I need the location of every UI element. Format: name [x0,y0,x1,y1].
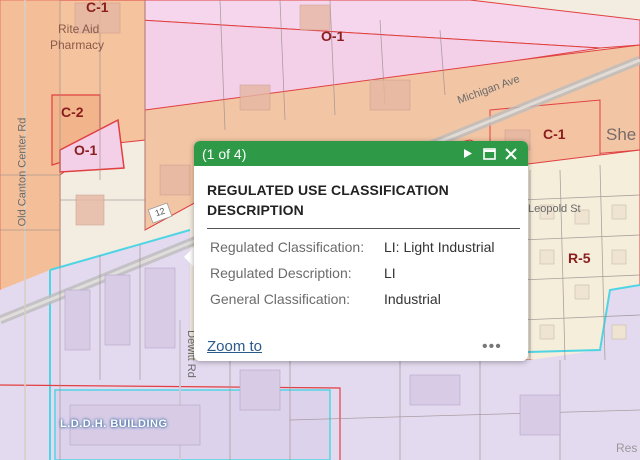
attribution-partial: Res [616,441,638,455]
popup-header: (1 of 4) [194,141,528,166]
close-button[interactable] [500,144,522,164]
maximize-button[interactable] [478,144,500,164]
close-icon [505,147,517,160]
attribute-row: Regulated Description: LI [210,260,495,286]
zone-label-c1-right: C-1 [543,126,566,142]
popup-title: REGULATED USE CLASSIFICATION DESCRIPTION [207,182,449,218]
next-feature-button[interactable] [456,144,478,164]
zone-label-c1-top: C-1 [86,0,109,15]
building-label: L.D.D.H. BUILDING [60,418,168,430]
place-label-pharmacy-1: Rite Aid [58,22,100,36]
attribute-value: LI [384,265,396,281]
attribute-key: General Classification: [210,291,351,307]
popup-divider [207,228,520,229]
zone-label-o1-small: O-1 [74,142,98,158]
road-label-leopold: Leopold St [528,203,581,215]
zone-label-r5: R-5 [568,250,591,266]
feature-popup: (1 of 4) REGULATED USE CLASSIFICATION DE… [194,141,528,361]
place-label-partial-right: She [606,125,637,144]
place-label-pharmacy-2: Pharmacy [50,38,105,52]
zone-label-o1-top: O-1 [321,28,345,44]
attribute-row: General Classification: Industrial [210,286,495,312]
more-options-button[interactable]: ••• [482,338,502,356]
attribute-key: Regulated Description: [210,265,352,281]
road-label-old-canton: Old Canton Center Rd [16,117,29,227]
zone-label-c2: C-2 [61,104,84,120]
play-icon [463,149,472,158]
attribute-row: Regulated Classification: LI: Light Indu… [210,234,495,260]
attribute-value: Industrial [384,291,441,307]
zoom-to-link[interactable]: Zoom to [207,338,262,355]
attribute-value: LI: Light Industrial [384,239,495,255]
popup-pointer [184,247,194,267]
attribute-key: Regulated Classification: [210,239,365,255]
popup-count: (1 of 4) [202,145,247,162]
attribute-table: Regulated Classification: LI: Light Indu… [210,234,495,312]
maximize-icon [482,147,496,160]
